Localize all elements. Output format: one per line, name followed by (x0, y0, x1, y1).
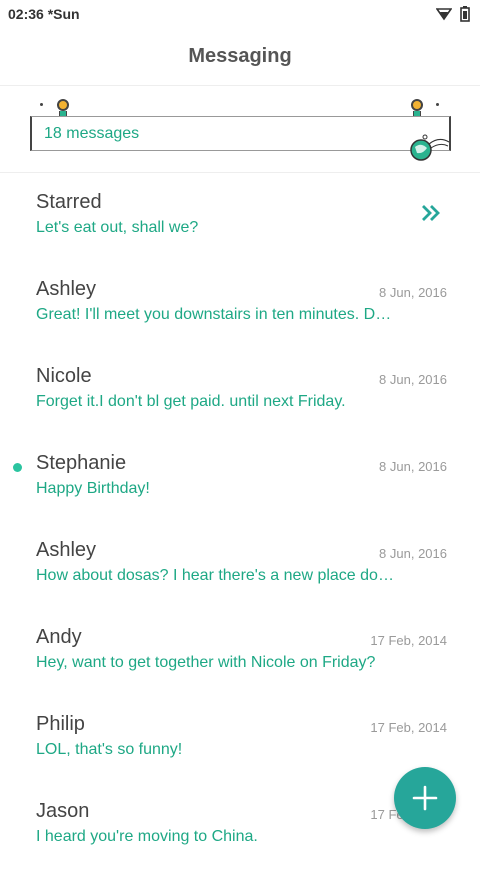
status-bar: 02:36 *Sun (0, 0, 480, 28)
status-time: 02:36 *Sun (8, 6, 80, 22)
conversation-date: 17 Feb, 2014 (370, 633, 447, 648)
conversation-row[interactable]: Andy 17 Feb, 2014 Hey, want to get toget… (0, 609, 480, 696)
conversation-list: Starred Let's eat out, shall we? Ashley … (0, 174, 480, 870)
unread-indicator (13, 463, 22, 472)
battery-icon (460, 6, 470, 22)
conversation-preview: Hey, want to get together with Nicole on… (36, 654, 376, 671)
message-count-banner: 18 messages (0, 87, 480, 173)
new-message-button[interactable] (394, 767, 456, 829)
app-bar: Messaging (0, 28, 480, 86)
banner-dot (436, 103, 439, 106)
conversation-preview: Forget it.I don't bl get paid. until nex… (36, 393, 346, 410)
conversation-row[interactable]: Nicole 8 Jun, 2016 Forget it.I don't bl … (0, 348, 480, 435)
conversation-preview: Happy Birthday! (36, 480, 150, 497)
conversation-preview: Let's eat out, shall we? (36, 219, 199, 236)
conversation-row[interactable]: Ashley 8 Jun, 2016 How about dosas? I he… (0, 522, 480, 609)
conversation-date: 8 Jun, 2016 (379, 285, 447, 300)
wifi-icon (436, 8, 452, 21)
conversation-name: Ashley (36, 539, 97, 561)
pin-icon (56, 99, 70, 117)
conversation-preview: Great! I'll meet you downstairs in ten m… (36, 306, 392, 323)
conversation-date: 8 Jun, 2016 (379, 372, 447, 387)
page-title: Messaging (188, 45, 292, 67)
conversation-date: 8 Jun, 2016 (379, 546, 447, 561)
conversation-date: 8 Jun, 2016 (379, 459, 447, 474)
plus-icon (412, 785, 438, 811)
conversation-date: 17 Feb, 2014 (370, 720, 447, 735)
banner-dot (40, 103, 43, 106)
conversation-preview: How about dosas? I hear there's a new pl… (36, 567, 394, 584)
double-chevron-right-icon[interactable] (420, 202, 442, 224)
status-icons (436, 6, 470, 22)
conversation-row-starred[interactable]: Starred Let's eat out, shall we? (0, 174, 480, 261)
conversation-name: Nicole (36, 365, 92, 387)
message-count: 18 messages (44, 124, 140, 142)
conversation-row[interactable]: Ashley 8 Jun, 2016 Great! I'll meet you … (0, 261, 480, 348)
conversation-name: Philip (36, 713, 85, 735)
conversation-preview: LOL, that's so funny! (36, 741, 183, 758)
conversation-name: Ashley (36, 278, 97, 300)
conversation-preview: I heard you're moving to China. (36, 828, 258, 845)
conversation-row[interactable]: Stephanie 8 Jun, 2016 Happy Birthday! (0, 435, 480, 522)
conversation-name: Andy (36, 626, 82, 648)
conversation-name: Jason (36, 800, 90, 822)
conversation-row[interactable]: Philip 17 Feb, 2014 LOL, that's so funny… (0, 696, 480, 783)
conversation-name: Starred (36, 191, 102, 213)
message-count-box: 18 messages (30, 116, 451, 161)
pin-icon (410, 99, 424, 117)
globe-stamp-icon (410, 134, 450, 161)
conversation-name: Stephanie (36, 452, 127, 474)
